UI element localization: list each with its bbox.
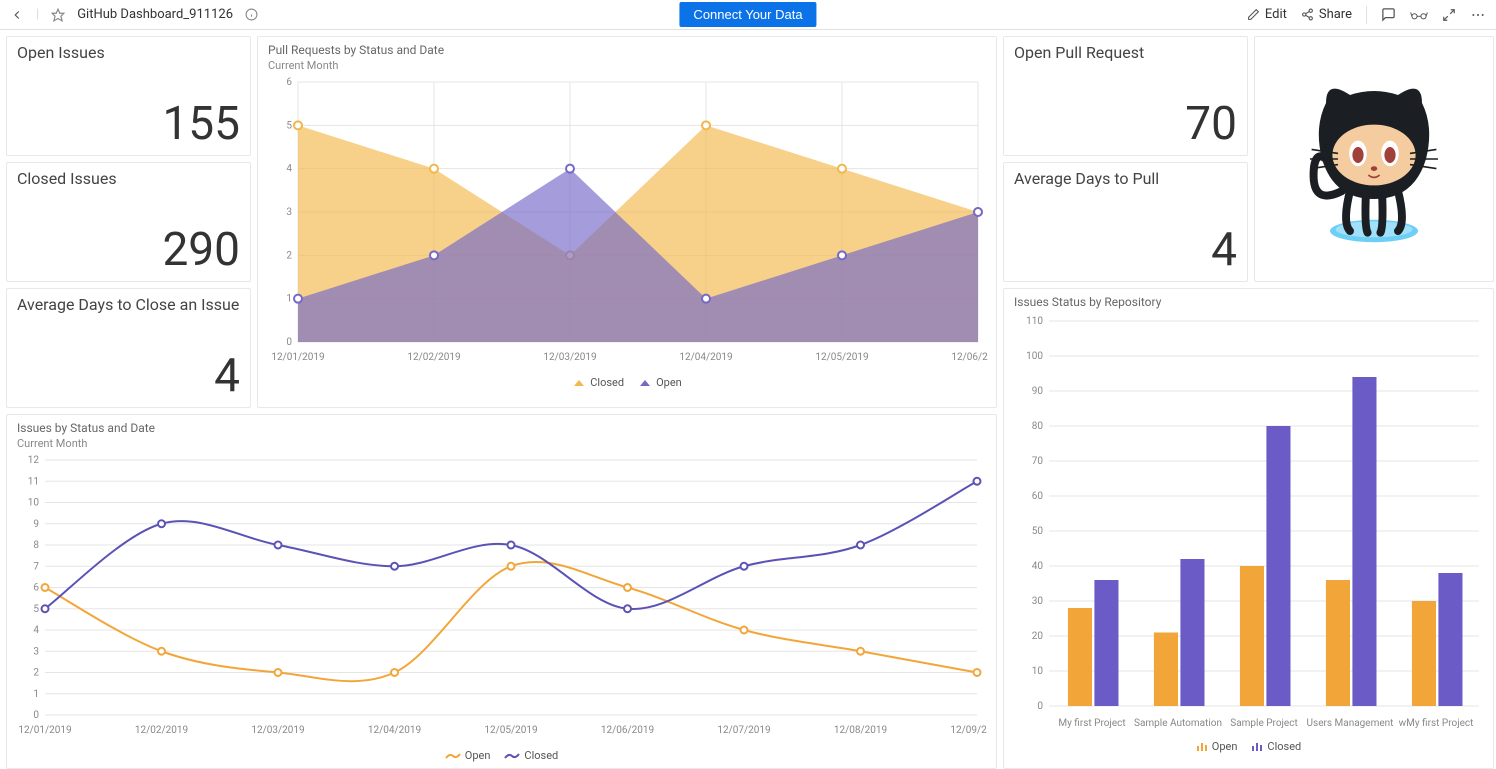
svg-text:12/04/2019: 12/04/2019 xyxy=(679,352,732,363)
chart-title: Issues Status by Repository xyxy=(1014,295,1483,309)
svg-text:Users Management: Users Management xyxy=(1307,718,1394,729)
chart-legend: Open Closed xyxy=(1014,740,1483,753)
svg-text:12: 12 xyxy=(28,455,40,466)
svg-text:7: 7 xyxy=(33,561,39,572)
svg-text:40: 40 xyxy=(1032,561,1044,572)
chart-canvas: 0 10 20 30 40 50 60 70 80 90 100 110 My first Projec… xyxy=(1014,311,1484,736)
svg-text:12/05/2019: 12/05/2019 xyxy=(815,352,868,363)
page-title: GitHub Dashboard_911126 xyxy=(77,7,233,22)
svg-text:12/01/2019: 12/01/2019 xyxy=(271,352,324,363)
chart-title: Pull Requests by Status and Date xyxy=(268,43,986,57)
svg-text:12/03/2019: 12/03/2019 xyxy=(251,725,304,736)
svg-text:9: 9 xyxy=(33,519,39,530)
svg-text:10: 10 xyxy=(1032,666,1044,677)
svg-text:20: 20 xyxy=(1032,631,1044,642)
chart-legend: Open Closed xyxy=(17,749,986,762)
svg-text:0: 0 xyxy=(286,337,292,348)
edit-label: Edit xyxy=(1265,7,1287,22)
svg-text:8: 8 xyxy=(33,540,39,551)
glasses-icon[interactable] xyxy=(1410,9,1428,21)
svg-text:12/02/2019: 12/02/2019 xyxy=(135,725,188,736)
chart-canvas: 012345678910111212/01/201912/02/201912/0… xyxy=(17,450,987,745)
kpi-value: 155 xyxy=(162,97,240,151)
svg-text:90: 90 xyxy=(1032,386,1044,397)
svg-text:6: 6 xyxy=(33,583,39,594)
svg-text:0: 0 xyxy=(33,710,39,721)
octocat-image xyxy=(1254,36,1494,282)
chart-subtitle: Current Month xyxy=(268,59,986,72)
share-label: Share xyxy=(1319,7,1352,22)
svg-text:12/09/2019: 12/09/2019 xyxy=(950,725,987,736)
svg-text:1: 1 xyxy=(33,689,39,700)
chart-issues-by-date: Issues by Status and Date Current Month … xyxy=(6,414,997,769)
kpi-open-issues: Open Issues 155 xyxy=(6,36,251,156)
svg-text:80: 80 xyxy=(1032,421,1044,432)
svg-text:12/03/2019: 12/03/2019 xyxy=(543,352,596,363)
edit-button[interactable]: Edit xyxy=(1247,7,1287,22)
svg-text:12/05/2019: 12/05/2019 xyxy=(484,725,537,736)
kpi-title: Open Pull Request xyxy=(1014,43,1237,62)
svg-text:2: 2 xyxy=(286,250,292,261)
svg-text:Sample Project: Sample Project xyxy=(1230,718,1297,729)
svg-text:4: 4 xyxy=(33,625,39,636)
kpi-title: Average Days to Pull xyxy=(1014,169,1237,188)
svg-text:12/06/2019: 12/06/2019 xyxy=(601,725,654,736)
chart-legend: Closed Open xyxy=(268,376,986,389)
svg-text:10: 10 xyxy=(28,498,40,509)
share-button[interactable]: Share xyxy=(1301,7,1352,22)
svg-text:My first Project: My first Project xyxy=(1058,717,1125,729)
svg-text:12/01/2019: 12/01/2019 xyxy=(18,725,71,736)
svg-text:4: 4 xyxy=(286,164,292,175)
svg-text:70: 70 xyxy=(1032,456,1044,467)
svg-text:3: 3 xyxy=(33,646,39,657)
svg-text:1: 1 xyxy=(286,294,292,305)
kpi-avg-days-close: Average Days to Close an Issue 4 xyxy=(6,288,251,408)
svg-text:110: 110 xyxy=(1026,316,1043,327)
expand-icon[interactable] xyxy=(1442,8,1456,22)
info-icon[interactable] xyxy=(245,8,258,21)
dashboard-grid: Open Issues 155 Closed Issues 290 Averag… xyxy=(0,30,1496,752)
kpi-title: Average Days to Close an Issue xyxy=(17,295,240,314)
more-icon[interactable] xyxy=(1470,7,1486,23)
kpi-value: 70 xyxy=(1185,97,1237,151)
svg-text:Sample Automation: Sample Automation xyxy=(1134,718,1222,729)
svg-text:wMy first Project: wMy first Project xyxy=(1399,717,1474,729)
svg-text:30: 30 xyxy=(1032,596,1044,607)
svg-text:3: 3 xyxy=(286,207,292,218)
kpi-avg-days-pull: Average Days to Pull 4 xyxy=(1003,162,1248,282)
svg-text:12/02/2019: 12/02/2019 xyxy=(407,352,460,363)
kpi-open-pr: Open Pull Request 70 xyxy=(1003,36,1248,156)
kpi-title: Closed Issues xyxy=(17,169,240,188)
kpi-value: 4 xyxy=(214,349,240,403)
svg-text:50: 50 xyxy=(1032,526,1044,537)
svg-text:100: 100 xyxy=(1026,351,1043,362)
svg-text:5: 5 xyxy=(286,120,292,131)
chart-issues-by-repo: Issues Status by Repository 0 10 20 30 40 50 6… xyxy=(1003,288,1494,769)
svg-text:11: 11 xyxy=(28,476,39,487)
svg-text:6: 6 xyxy=(286,77,292,88)
toolbar: | GitHub Dashboard_911126 Connect Your D… xyxy=(0,0,1496,30)
star-icon[interactable] xyxy=(51,8,65,22)
kpi-closed-issues: Closed Issues 290 xyxy=(6,162,251,282)
octocat-icon xyxy=(1294,69,1454,249)
svg-text:0: 0 xyxy=(1037,701,1043,712)
svg-text:12/06/2019: 12/06/2019 xyxy=(951,352,988,363)
kpi-title: Open Issues xyxy=(17,43,240,62)
kpi-value: 290 xyxy=(162,223,240,277)
chart-subtitle: Current Month xyxy=(17,437,986,450)
svg-text:60: 60 xyxy=(1032,491,1044,502)
svg-text:12/07/2019: 12/07/2019 xyxy=(717,725,770,736)
svg-text:5: 5 xyxy=(33,604,39,615)
connect-data-button[interactable]: Connect Your Data xyxy=(679,2,816,27)
chart-canvas: 0 1 2 3 4 5 6 12/01/2019 12/02/2019 12/03/2019 12/… xyxy=(268,72,988,372)
comment-icon[interactable] xyxy=(1381,7,1396,22)
svg-text:12/04/2019: 12/04/2019 xyxy=(368,725,421,736)
svg-text:12/08/2019: 12/08/2019 xyxy=(834,725,887,736)
chart-title: Issues by Status and Date xyxy=(17,421,986,435)
back-icon[interactable] xyxy=(10,8,24,22)
chart-pull-requests: Pull Requests by Status and Date Current… xyxy=(257,36,997,408)
kpi-value: 4 xyxy=(1211,223,1237,277)
svg-text:2: 2 xyxy=(33,668,39,679)
